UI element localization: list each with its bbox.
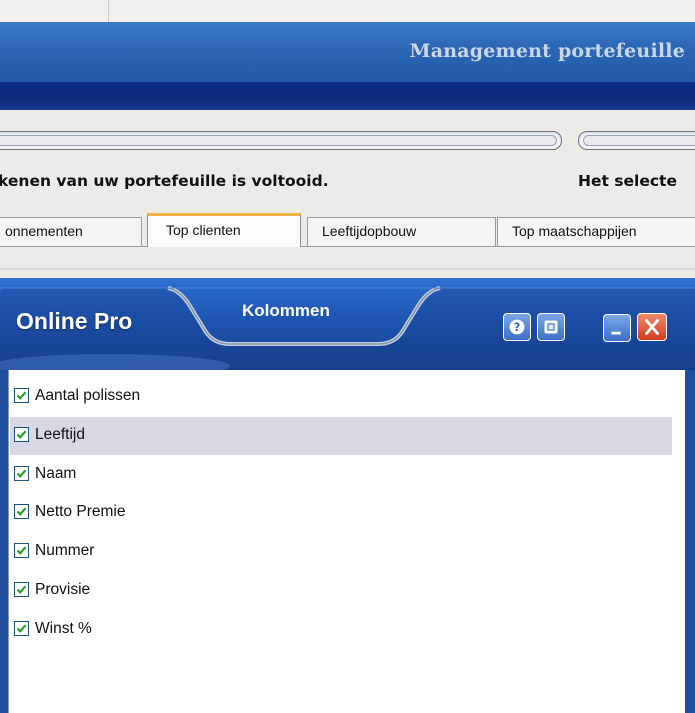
tab-leeftijdopbouw[interactable]: Leeftijdopbouw xyxy=(307,217,496,246)
progress-track-left xyxy=(0,135,557,146)
top-strip xyxy=(0,0,695,22)
checkmark-icon xyxy=(16,624,27,633)
close-icon xyxy=(645,319,659,335)
progress-bar-right xyxy=(578,131,695,150)
column-option[interactable]: Netto Premie xyxy=(10,494,672,532)
minimize-icon xyxy=(611,331,621,335)
checkmark-icon xyxy=(16,585,27,594)
column-option[interactable]: Provisie xyxy=(10,572,672,610)
column-option[interactable]: Nummer xyxy=(10,533,672,571)
tab-label: Top maatschappijen xyxy=(512,223,637,239)
column-option[interactable]: Leeftijd xyxy=(10,416,672,455)
checkbox[interactable] xyxy=(14,465,29,481)
column-label: Netto Premie xyxy=(35,503,126,521)
column-label: Provisie xyxy=(35,581,91,598)
checkbox[interactable] xyxy=(14,388,29,403)
title-bar: Management portefeuille xyxy=(0,22,695,82)
tab-top-maatschappijen[interactable]: Top maatschappijen xyxy=(497,217,695,246)
column-label: Aantal polissen xyxy=(35,387,141,404)
checkmark-icon xyxy=(16,391,27,400)
help-icon: ? xyxy=(509,319,525,335)
screen-button[interactable] xyxy=(537,313,565,341)
status-message-secondary: Het selecte xyxy=(578,172,677,190)
close-button[interactable] xyxy=(637,313,667,341)
checkbox[interactable] xyxy=(14,426,29,442)
column-label: Leeftijd xyxy=(35,425,85,443)
column-option[interactable]: Naam xyxy=(10,456,672,494)
tab-bar: onnementen Top clienten Leeftijdopbouw T… xyxy=(0,213,695,247)
checkbox[interactable] xyxy=(14,543,29,559)
minimize-button[interactable] xyxy=(603,314,631,342)
column-label: Winst % xyxy=(35,619,92,637)
checkbox[interactable] xyxy=(14,582,29,597)
progress-track-right xyxy=(583,135,695,146)
tab-pane-separator xyxy=(0,268,695,270)
tab-top-clienten[interactable]: Top clienten xyxy=(147,213,301,247)
tab-label: Top clienten xyxy=(166,222,241,238)
progress-bar-left xyxy=(0,131,562,150)
checkbox[interactable] xyxy=(14,620,29,636)
tab-abonnementen[interactable]: onnementen xyxy=(0,217,142,246)
checkbox[interactable] xyxy=(14,504,29,520)
tab-label: Leeftijdopbouw xyxy=(322,223,417,239)
tab-underline xyxy=(0,246,695,247)
brand-name: Online Pro xyxy=(16,308,133,334)
columns-list: Aantal polissen Leeftijd Naam Netto Premie N… xyxy=(8,370,685,713)
panel-tab-title[interactable]: Kolommen xyxy=(242,301,330,321)
checkmark-icon xyxy=(16,469,27,478)
window-title: Management portefeuille xyxy=(409,40,685,62)
column-label: Naam xyxy=(35,464,77,482)
screen-icon xyxy=(544,320,558,334)
column-option[interactable]: Winst % xyxy=(10,611,672,649)
nav-bar xyxy=(0,82,695,110)
checkmark-icon xyxy=(16,546,27,556)
online-pro-panel: Online Pro Kolommen ? Aantal polissen Le… xyxy=(0,278,695,713)
column-label: Nummer xyxy=(35,542,95,560)
checkmark-icon xyxy=(16,430,27,439)
tab-label: onnementen xyxy=(5,223,83,239)
top-divider xyxy=(108,0,109,22)
status-message: kenen van uw portefeuille is voltooid. xyxy=(0,172,329,190)
checkmark-icon xyxy=(16,507,27,517)
help-button[interactable]: ? xyxy=(503,313,531,341)
svg-text:?: ? xyxy=(514,321,520,334)
panel-header: Online Pro Kolommen ? xyxy=(0,278,695,370)
column-option[interactable]: Aantal polissen xyxy=(10,378,672,416)
